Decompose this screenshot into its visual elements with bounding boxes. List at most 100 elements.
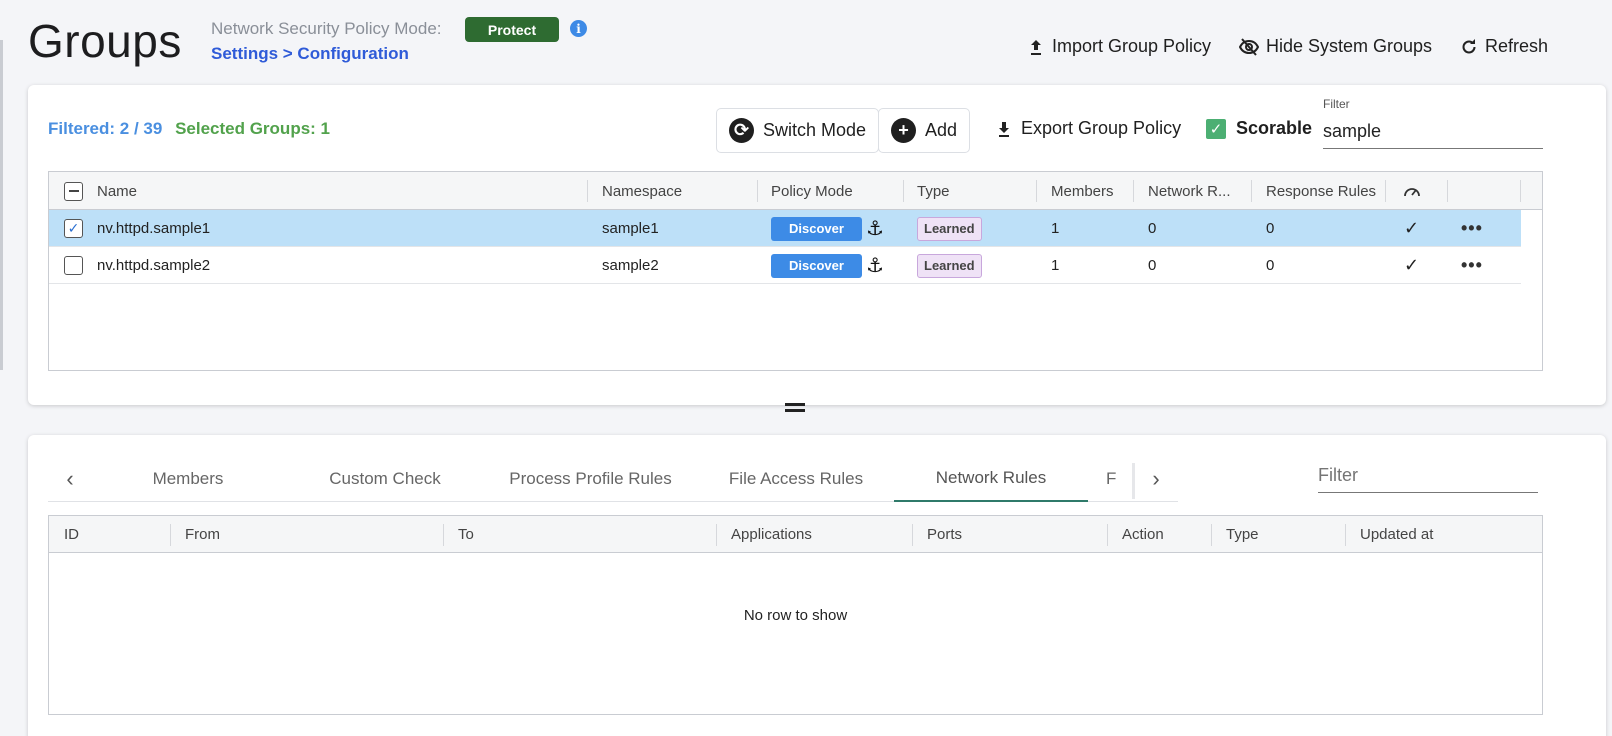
tabs-scroll-right-icon[interactable]: › xyxy=(1142,455,1170,502)
groups-table: Name Namespace Policy Mode Type Members … xyxy=(48,171,1543,371)
network-rules-table-header: ID From To Applications Ports Action Typ… xyxy=(49,516,1542,553)
gauge-icon xyxy=(1404,188,1420,197)
indeterminate-checkbox-icon xyxy=(64,181,83,201)
table-row[interactable]: ✓ nv.httpd.sample1 sample1 Discover ⚓ Le… xyxy=(49,210,1521,247)
plus-icon: + xyxy=(891,118,916,143)
col-header-response-rules[interactable]: Response Rules xyxy=(1266,172,1376,210)
discover-badge[interactable]: Discover xyxy=(771,216,862,241)
row-checkbox[interactable] xyxy=(64,247,83,284)
network-rules-count: 0 xyxy=(1148,220,1157,237)
more-actions-icon[interactable]: ••• xyxy=(1461,247,1483,284)
refresh-label: Refresh xyxy=(1485,36,1549,56)
sync-icon: ⟳ xyxy=(729,118,754,143)
rules-filter-input[interactable] xyxy=(1318,459,1538,493)
group-namespace: sample2 xyxy=(602,257,659,274)
anchor-icon: ⚓ xyxy=(866,255,884,277)
tab-network-rules[interactable]: Network Rules xyxy=(894,455,1088,502)
eye-off-icon xyxy=(1239,37,1259,56)
tab-members[interactable]: Members xyxy=(128,455,248,502)
hide-system-groups-label: Hide System Groups xyxy=(1266,36,1433,56)
selected-groups-count: Selected Groups: 1 xyxy=(175,119,330,138)
filter-summary: Filtered: 2 / 39 Selected Groups: 1 xyxy=(48,119,330,139)
col-header-action[interactable]: Action xyxy=(1122,516,1164,553)
upload-icon xyxy=(1031,39,1041,55)
protect-mode-badge[interactable]: Protect xyxy=(465,17,559,42)
col-header-scorable[interactable] xyxy=(1403,172,1421,210)
col-header-ports[interactable]: Ports xyxy=(927,516,962,553)
filter-label: Filter xyxy=(1323,97,1350,111)
filtered-count: Filtered: 2 / 39 xyxy=(48,119,163,138)
group-details-panel: ‹ Members Custom Check Process Profile R… xyxy=(28,435,1606,736)
import-group-policy-label: Import Group Policy xyxy=(1052,36,1212,56)
scorable-check-icon: ✓ xyxy=(1404,255,1420,275)
response-rules-count: 0 xyxy=(1266,220,1275,237)
network-rules-count: 0 xyxy=(1148,257,1157,274)
discover-badge[interactable]: Discover xyxy=(771,253,862,278)
tab-custom-check[interactable]: Custom Check xyxy=(310,455,460,502)
switch-mode-button[interactable]: ⟳ Switch Mode xyxy=(716,108,880,153)
col-header-type[interactable]: Type xyxy=(1226,516,1259,553)
breadcrumb[interactable]: Settings > Configuration xyxy=(211,44,409,64)
more-actions-icon[interactable]: ••• xyxy=(1461,210,1483,247)
panel-resize-handle[interactable] xyxy=(785,403,805,413)
export-group-policy-button[interactable]: Export Group Policy xyxy=(995,118,1181,139)
policy-mode-cell: Discover ⚓ xyxy=(771,247,884,284)
col-header-updated-at[interactable]: Updated at xyxy=(1360,516,1433,553)
col-header-id[interactable]: ID xyxy=(64,516,79,553)
select-all-checkbox[interactable] xyxy=(64,172,83,210)
col-header-name[interactable]: Name xyxy=(97,172,137,210)
checkbox-empty-icon xyxy=(64,256,83,275)
row-checkbox[interactable]: ✓ xyxy=(64,210,83,247)
col-header-policy-mode[interactable]: Policy Mode xyxy=(771,172,853,210)
learned-badge: Learned xyxy=(917,216,982,241)
col-header-from[interactable]: From xyxy=(185,516,220,553)
groups-panel: Filtered: 2 / 39 Selected Groups: 1 ⟳ Sw… xyxy=(28,85,1606,405)
switch-mode-label: Switch Mode xyxy=(763,120,867,140)
scorable-toggle[interactable]: ✓ Scorable xyxy=(1206,118,1312,139)
col-header-namespace[interactable]: Namespace xyxy=(602,172,682,210)
group-filter-input[interactable] xyxy=(1323,117,1543,149)
scorable-check-icon: ✓ xyxy=(1404,218,1420,238)
import-group-policy-button[interactable]: Import Group Policy xyxy=(1027,36,1211,57)
anchor-icon: ⚓ xyxy=(866,218,884,240)
members-count: 1 xyxy=(1051,257,1060,274)
col-header-applications[interactable]: Applications xyxy=(731,516,812,553)
empty-table-message: No row to show xyxy=(743,607,848,624)
tab-truncated[interactable]: F xyxy=(1106,455,1132,502)
checkbox-checked-icon: ✓ xyxy=(64,219,83,238)
export-group-policy-label: Export Group Policy xyxy=(1021,118,1182,138)
group-name: nv.httpd.sample1 xyxy=(97,220,211,237)
add-button[interactable]: + Add xyxy=(878,108,971,153)
refresh-button[interactable]: Refresh xyxy=(1460,36,1548,57)
hide-system-groups-button[interactable]: Hide System Groups xyxy=(1239,36,1432,57)
members-count: 1 xyxy=(1051,220,1060,237)
tab-process-profile-rules[interactable]: Process Profile Rules xyxy=(498,455,683,502)
scorable-label: Scorable xyxy=(1236,118,1313,138)
response-rules-count: 0 xyxy=(1266,257,1275,274)
group-filter: Filter xyxy=(1323,97,1543,149)
policy-mode-cell: Discover ⚓ xyxy=(771,210,884,247)
col-header-members[interactable]: Members xyxy=(1051,172,1114,210)
page-title: Groups xyxy=(28,15,182,67)
col-header-to[interactable]: To xyxy=(458,516,474,553)
group-namespace: sample1 xyxy=(602,220,659,237)
checkbox-checked-icon: ✓ xyxy=(1206,118,1226,139)
type-cell: Learned xyxy=(917,247,982,284)
download-icon xyxy=(999,121,1009,137)
policy-mode-label: Network Security Policy Mode: xyxy=(211,19,442,38)
tab-file-access-rules[interactable]: File Access Rules xyxy=(716,455,876,502)
tabs-scroll-left-icon[interactable]: ‹ xyxy=(58,455,82,502)
group-name: nv.httpd.sample2 xyxy=(97,257,211,274)
table-row[interactable]: nv.httpd.sample2 sample2 Discover ⚓ Lear… xyxy=(49,247,1521,284)
learned-badge: Learned xyxy=(917,253,982,278)
left-rail xyxy=(0,40,3,370)
detail-tabs: ‹ Members Custom Check Process Profile R… xyxy=(48,455,1178,502)
info-icon[interactable]: i xyxy=(570,20,587,37)
groups-table-header: Name Namespace Policy Mode Type Members … xyxy=(49,172,1542,210)
refresh-icon xyxy=(1462,38,1476,53)
type-cell: Learned xyxy=(917,210,982,247)
network-rules-table: ID From To Applications Ports Action Typ… xyxy=(48,515,1543,715)
col-header-type[interactable]: Type xyxy=(917,172,950,210)
col-header-network-rules[interactable]: Network R... xyxy=(1148,172,1231,210)
add-label: Add xyxy=(925,120,958,140)
